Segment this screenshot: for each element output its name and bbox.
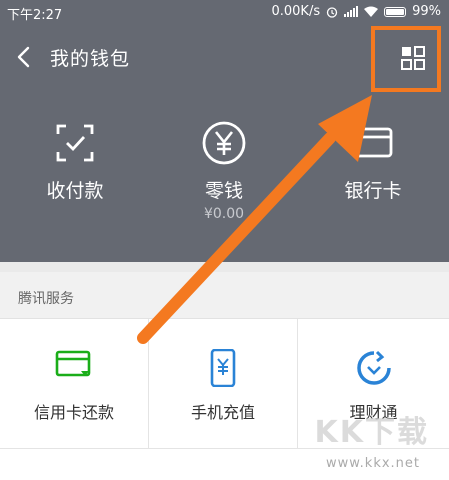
wallet-item-label: 收付款 [46, 180, 104, 202]
wallet-item-payment[interactable]: 收付款 [0, 120, 150, 230]
watermark-logo: KK下载 [314, 415, 429, 450]
highlight-box [371, 26, 441, 92]
yuan-circle-icon [202, 121, 246, 165]
section-title: 腾讯服务 [18, 291, 74, 307]
status-time: 下午2:27 [7, 8, 63, 23]
battery-level: 99% [412, 4, 441, 19]
back-icon[interactable] [14, 44, 34, 70]
page-title: 我的钱包 [50, 48, 131, 70]
wallet-item-change[interactable]: 零钱 ¥0.00 [149, 120, 299, 230]
service-label: 信用卡还款 [33, 403, 114, 422]
service-phone-recharge[interactable]: 手机充值 [149, 319, 298, 449]
wifi-icon [364, 6, 379, 17]
wallet-item-label: 零钱 [204, 180, 243, 202]
section-divider [0, 262, 449, 272]
network-speed: 0.00K/s [271, 4, 321, 19]
status-bar: 下午2:27 0.00K/s 99% [0, 0, 449, 24]
bank-card-icon [353, 127, 393, 158]
watermark-url: www.kkx.net [325, 456, 421, 471]
scan-pay-icon [56, 124, 94, 162]
battery-icon [384, 6, 407, 17]
alarm-icon [326, 6, 338, 18]
signal-icon [344, 6, 359, 17]
status-right: 0.00K/s 99% [271, 4, 441, 19]
credit-card-icon [55, 350, 91, 377]
service-label: 手机充值 [190, 403, 255, 422]
wallet-item-bankcard[interactable]: 银行卡 [298, 120, 448, 230]
wallet-item-label: 银行卡 [344, 180, 402, 202]
wealth-icon [356, 350, 391, 385]
service-credit-card[interactable]: 信用卡还款 [0, 319, 149, 449]
balance-value: ¥0.00 [203, 206, 245, 222]
phone-recharge-icon [210, 349, 236, 387]
